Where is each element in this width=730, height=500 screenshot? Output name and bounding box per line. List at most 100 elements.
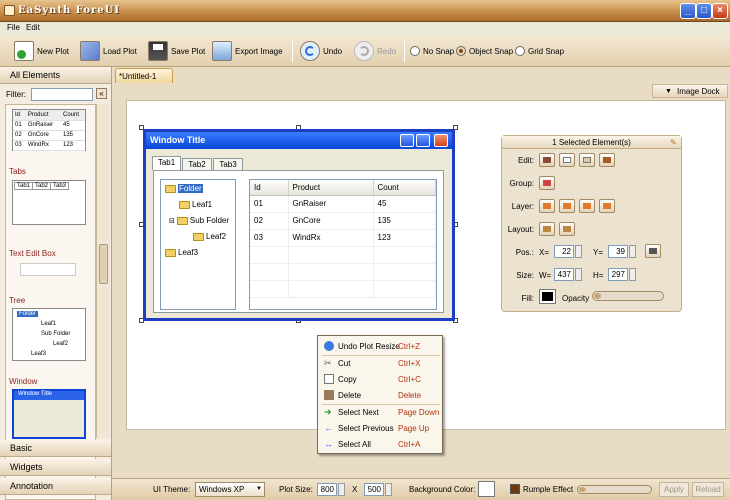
table-element-preview[interactable]: Id Product Count 01 GnRaiser 45 02 GnCore 135 … [12, 109, 86, 151]
tree-node[interactable]: Leaf2 [193, 232, 226, 241]
save-plot-icon [148, 41, 168, 61]
minimize-button[interactable]: _ [680, 3, 696, 19]
annotation-header[interactable]: Annotation [0, 478, 111, 495]
grid-snap-radio[interactable]: Grid Snap [515, 39, 564, 63]
menu-item-select-all[interactable]: ↔ Select All Ctrl+A [318, 436, 442, 452]
lock-icon[interactable] [645, 244, 661, 258]
folder-icon [165, 184, 176, 193]
all-elements-header[interactable]: All Elements [0, 67, 111, 84]
size-h-input[interactable]: 297 [608, 268, 628, 281]
basic-header[interactable]: Basic [0, 440, 111, 457]
close-button[interactable]: × [712, 3, 728, 19]
send-back-icon[interactable] [559, 199, 575, 213]
export-image-button[interactable]: Export Image [212, 39, 283, 63]
tree-section-title: Tree [9, 296, 26, 305]
pos-y-spinner[interactable] [629, 245, 636, 258]
menu-item-copy[interactable]: Copy Ctrl+C [318, 371, 442, 387]
paste-icon[interactable] [579, 153, 595, 167]
tabs-element-preview[interactable]: Tab1 Tab2 Tab3 [12, 180, 86, 225]
arrow-right-icon: ➜ [324, 407, 332, 417]
pos-x-input[interactable]: 22 [554, 245, 574, 258]
plot-height-spinner[interactable] [385, 483, 392, 496]
opacity-slider[interactable] [592, 291, 664, 301]
menu-item-cut[interactable]: ✂ Cut Ctrl+X [318, 355, 442, 371]
plot-width-spinner[interactable] [338, 483, 345, 496]
tree-element-preview[interactable]: Folder Leaf1 Sub Folder Leaf2 Leaf3 [12, 308, 86, 361]
pos-y-input[interactable]: 39 [608, 245, 628, 258]
window-section-title: Window [9, 377, 38, 386]
designed-window-titlebar[interactable]: Window Title [146, 132, 452, 149]
undo-button[interactable]: Undo [300, 39, 342, 63]
tree-node[interactable]: Leaf1 [179, 200, 212, 209]
background-color-swatch[interactable] [478, 481, 495, 497]
tabs-section-title: Tabs [9, 167, 26, 176]
menu-edit[interactable]: Edit [26, 23, 40, 32]
apply-button[interactable]: Apply [659, 482, 689, 497]
designed-close-icon[interactable] [434, 134, 448, 147]
designed-grid[interactable]: Id Product Count 01 GnRaiser 45 02 GnCore 13… [249, 179, 437, 310]
rumple-effect-checkbox[interactable] [510, 484, 520, 494]
folder-icon [176, 216, 188, 225]
pos-x-spinner[interactable] [575, 245, 582, 258]
reload-button[interactable]: Reload [692, 482, 724, 497]
size-h-spinner[interactable] [629, 268, 636, 281]
table-row: 03 WindRx 123 [250, 229, 436, 247]
save-plot-button[interactable]: Save Plot [148, 39, 205, 63]
distribute-icon[interactable] [559, 222, 575, 236]
folder-icon [179, 200, 190, 209]
designed-maximize-icon[interactable] [416, 134, 430, 147]
widgets-header[interactable]: Widgets [0, 459, 111, 476]
folder-icon [193, 232, 204, 241]
group-icon[interactable] [539, 176, 555, 190]
designed-tree[interactable]: Folder Leaf1 ⊟ Sub Folder Leaf2 Leaf3 [160, 179, 236, 310]
fill-color-swatch[interactable] [539, 289, 556, 304]
toolbar: New Plot Load Plot Save Plot Export Imag… [0, 35, 730, 67]
tree-node[interactable]: ⊟ Sub Folder [169, 216, 229, 225]
size-w-spinner[interactable] [575, 268, 582, 281]
table-row: 01 GnRaiser 45 [250, 195, 436, 213]
title-bar: EaSynth ForeUI _ □ × [0, 0, 730, 22]
window-title: EaSynth ForeUI [18, 5, 121, 16]
clear-filter-icon[interactable]: « [96, 88, 107, 99]
filter-input[interactable] [31, 88, 93, 101]
designed-minimize-icon[interactable] [400, 134, 414, 147]
redo-button[interactable]: Redo [354, 39, 396, 63]
plot-height-input[interactable]: 500 [364, 483, 384, 496]
expand-icon: ⊟ [169, 217, 175, 225]
element-list-scrollbar[interactable] [96, 104, 110, 438]
send-backward-icon[interactable] [599, 199, 615, 213]
menu-file[interactable]: File [7, 23, 20, 32]
document-tab[interactable]: *Untitled-1 [115, 68, 173, 83]
copy-icon[interactable] [559, 153, 575, 167]
size-w-input[interactable]: 437 [554, 268, 574, 281]
no-snap-radio[interactable]: No Snap [410, 39, 454, 63]
object-snap-radio[interactable]: Object Snap [456, 39, 513, 63]
designed-window[interactable]: Window Title Tab1 Tab2 Tab3 Folder Leaf1… [143, 129, 455, 321]
menu-item-undo[interactable]: Undo Plot Resize Ctrl+Z [318, 338, 442, 354]
cut-icon[interactable] [539, 153, 555, 167]
tree-node[interactable]: Folder [165, 184, 203, 193]
delete-icon[interactable] [599, 153, 615, 167]
designed-tab-1[interactable]: Tab1 [152, 156, 181, 170]
textedit-element-preview[interactable] [20, 263, 76, 276]
window-element-preview[interactable]: Window Title [12, 389, 86, 439]
new-plot-button[interactable]: New Plot [14, 39, 69, 63]
redo-icon [354, 41, 374, 61]
tree-node[interactable]: Leaf3 [165, 248, 198, 257]
bring-front-icon[interactable] [539, 199, 555, 213]
maximize-button[interactable]: □ [696, 3, 712, 19]
plot-width-input[interactable]: 800 [317, 483, 337, 496]
designed-tab-2[interactable]: Tab2 [182, 158, 212, 170]
rumple-slider[interactable] [577, 485, 652, 494]
bring-forward-icon[interactable] [579, 199, 595, 213]
load-plot-button[interactable]: Load Plot [80, 39, 137, 63]
menu-item-select-next[interactable]: ➜ Select Next Page Down [318, 404, 442, 420]
pin-icon[interactable]: ✎ [670, 138, 677, 147]
menu-item-select-previous[interactable]: ← Select Previous Page Up [318, 420, 442, 436]
designed-tab-3[interactable]: Tab3 [213, 158, 243, 170]
image-dock-button[interactable]: ▼ Image Dock [652, 84, 728, 98]
menu-item-delete[interactable]: Delete Delete [318, 387, 442, 403]
align-icon[interactable] [539, 222, 555, 236]
ui-theme-select[interactable]: Windows XP ▼ [195, 482, 265, 497]
undo-icon [300, 41, 320, 61]
